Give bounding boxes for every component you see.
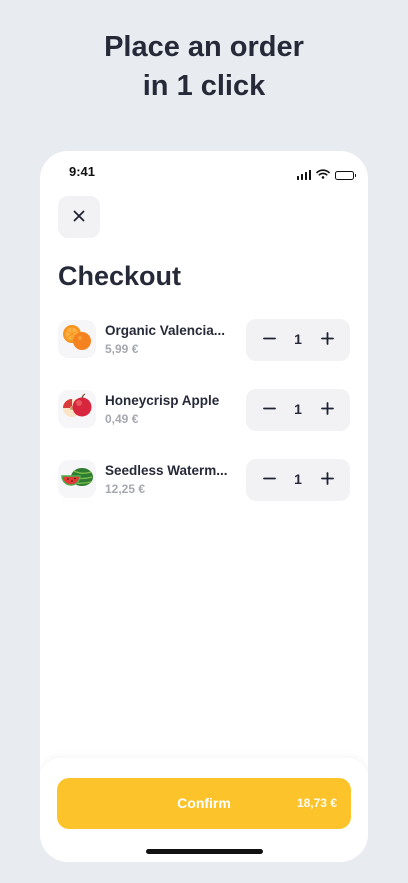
item-price: 5,99 €	[105, 342, 139, 356]
item-price: 0,49 €	[105, 412, 139, 426]
decrease-quantity-button[interactable]	[252, 319, 286, 361]
minus-icon	[262, 402, 276, 418]
confirm-button[interactable]: Confirm 18,73 €	[57, 778, 351, 829]
plus-icon	[320, 472, 334, 488]
product-thumbnail	[58, 320, 96, 358]
quantity-value: 1	[294, 401, 302, 417]
increase-quantity-button[interactable]	[310, 459, 344, 501]
increase-quantity-button[interactable]	[310, 389, 344, 431]
order-total: 18,73 €	[296, 796, 337, 810]
headline-line-1: Place an order	[104, 31, 304, 63]
plus-icon	[320, 402, 334, 418]
status-bar: 9:41	[40, 151, 368, 195]
quantity-value: 1	[294, 331, 302, 347]
minus-icon	[262, 332, 276, 348]
quantity-stepper: 1	[246, 319, 350, 361]
cart-item: Organic Valencia... 5,99 € 1	[58, 319, 350, 361]
decrease-quantity-button[interactable]	[252, 459, 286, 501]
item-name: Honeycrisp Apple	[105, 393, 220, 408]
item-name: Seedless Waterm...	[105, 463, 228, 478]
phone-screen: 9:41 Checkout Organic Valencia... 5,99 €…	[40, 151, 368, 862]
product-thumbnail	[58, 390, 96, 428]
wifi-icon	[316, 166, 330, 184]
cart-item: Seedless Waterm... 12,25 € 1	[58, 459, 350, 501]
item-price: 12,25 €	[105, 482, 146, 496]
item-name: Organic Valencia...	[105, 323, 226, 338]
quantity-value: 1	[294, 471, 302, 487]
page-title: Checkout	[58, 261, 182, 291]
close-icon	[73, 210, 85, 225]
minus-icon	[262, 472, 276, 488]
battery-icon	[335, 170, 356, 180]
product-thumbnail	[58, 460, 96, 498]
status-time: 9:41	[69, 164, 96, 179]
plus-icon	[320, 332, 334, 348]
signal-icon	[296, 170, 311, 180]
quantity-stepper: 1	[246, 459, 350, 501]
cart-item: Honeycrisp Apple 0,49 € 1	[58, 389, 350, 431]
close-button[interactable]	[58, 196, 100, 238]
home-indicator[interactable]	[146, 849, 263, 854]
orange-icon	[61, 322, 93, 357]
increase-quantity-button[interactable]	[310, 319, 344, 361]
apple-icon	[61, 392, 93, 427]
promo-headline: Place an order in 1 click	[0, 28, 408, 106]
headline-line-2: in 1 click	[142, 70, 266, 102]
decrease-quantity-button[interactable]	[252, 389, 286, 431]
status-icons	[296, 166, 356, 184]
watermelon-icon	[60, 462, 94, 497]
checkout-footer: Confirm 18,73 €	[40, 758, 368, 862]
quantity-stepper: 1	[246, 389, 350, 431]
